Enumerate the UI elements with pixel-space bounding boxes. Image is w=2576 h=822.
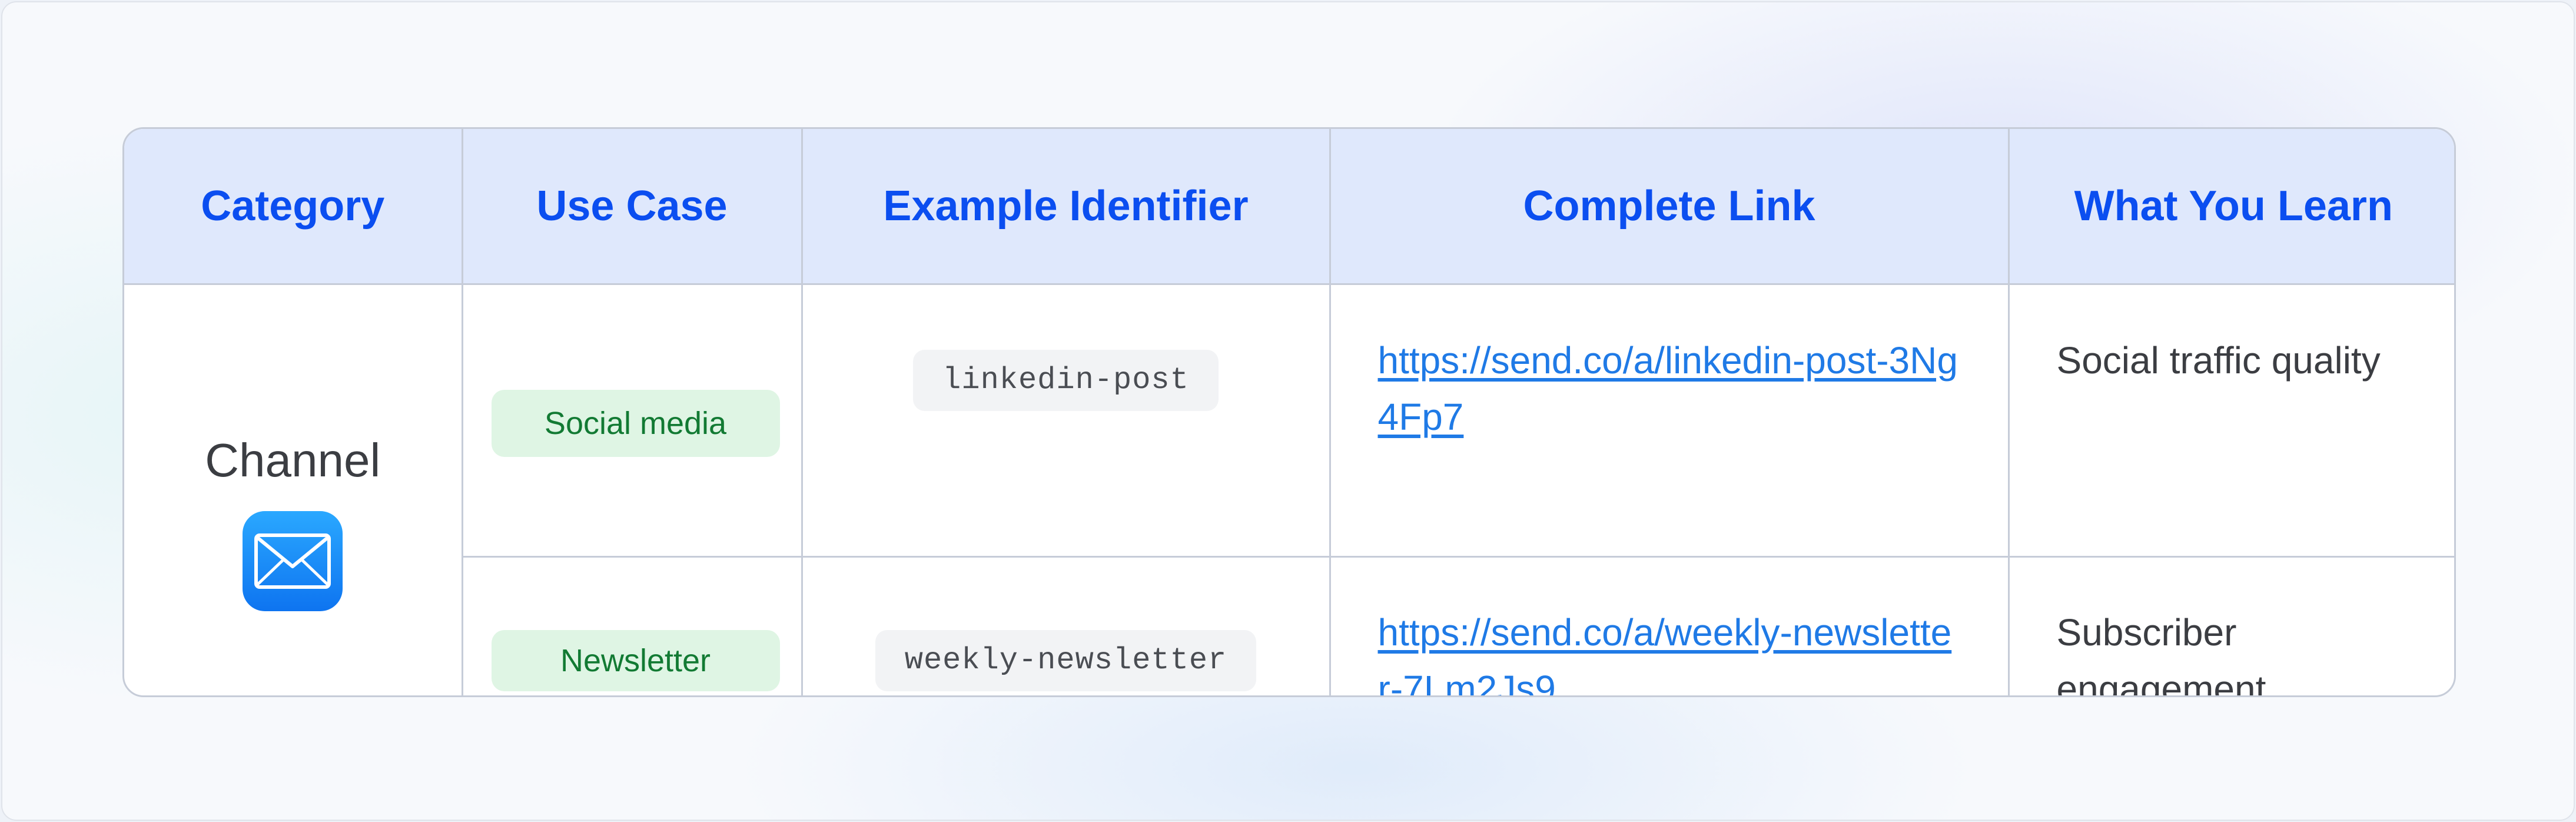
mail-icon: [243, 511, 343, 612]
learn-cell: Subscriber engagement: [2007, 556, 2454, 695]
table-row: Channel Social media linkedin-post https…: [124, 283, 2454, 695]
identifier-code: weekly-newsletter: [875, 630, 1257, 691]
use-case-cell: Social media: [461, 283, 803, 558]
identifier-code: linkedin-post: [913, 350, 1219, 411]
complete-link[interactable]: https://send.co/a/linkedin-post-3Ng4Fp7: [1378, 332, 1961, 445]
table-row: Newsletter weekly-newsletter https://sen…: [124, 556, 2454, 695]
learn-cell: Social traffic quality: [2007, 283, 2454, 558]
use-case-badge: Social media: [491, 390, 780, 457]
header-complete-link: Complete Link: [1329, 129, 2010, 285]
use-case-cell: Newsletter: [462, 556, 803, 695]
category-cell: Channel: [124, 283, 463, 695]
complete-link[interactable]: https://send.co/a/weekly-newsletter-7Lm2…: [1378, 604, 1961, 695]
table: Category Use Case Example Identifier Com…: [124, 129, 2454, 695]
header-what-you-learn: What You Learn: [2007, 129, 2454, 285]
table-header-row: Category Use Case Example Identifier Com…: [124, 129, 2454, 285]
page-background: Category Use Case Example Identifier Com…: [1, 1, 2575, 821]
category-label: Channel: [205, 434, 381, 487]
link-cell: https://send.co/a/linkedin-post-3Ng4Fp7: [1329, 283, 2010, 558]
identifier-cell: weekly-newsletter: [801, 556, 1331, 695]
use-case-badge: Newsletter: [491, 630, 780, 691]
header-example-identifier: Example Identifier: [801, 129, 1331, 285]
channel-table: Category Use Case Example Identifier Com…: [122, 127, 2456, 697]
identifier-cell: linkedin-post: [801, 283, 1331, 558]
link-cell: https://send.co/a/weekly-newsletter-7Lm2…: [1329, 556, 2010, 695]
header-use-case: Use Case: [461, 129, 803, 285]
header-category: Category: [124, 129, 463, 285]
